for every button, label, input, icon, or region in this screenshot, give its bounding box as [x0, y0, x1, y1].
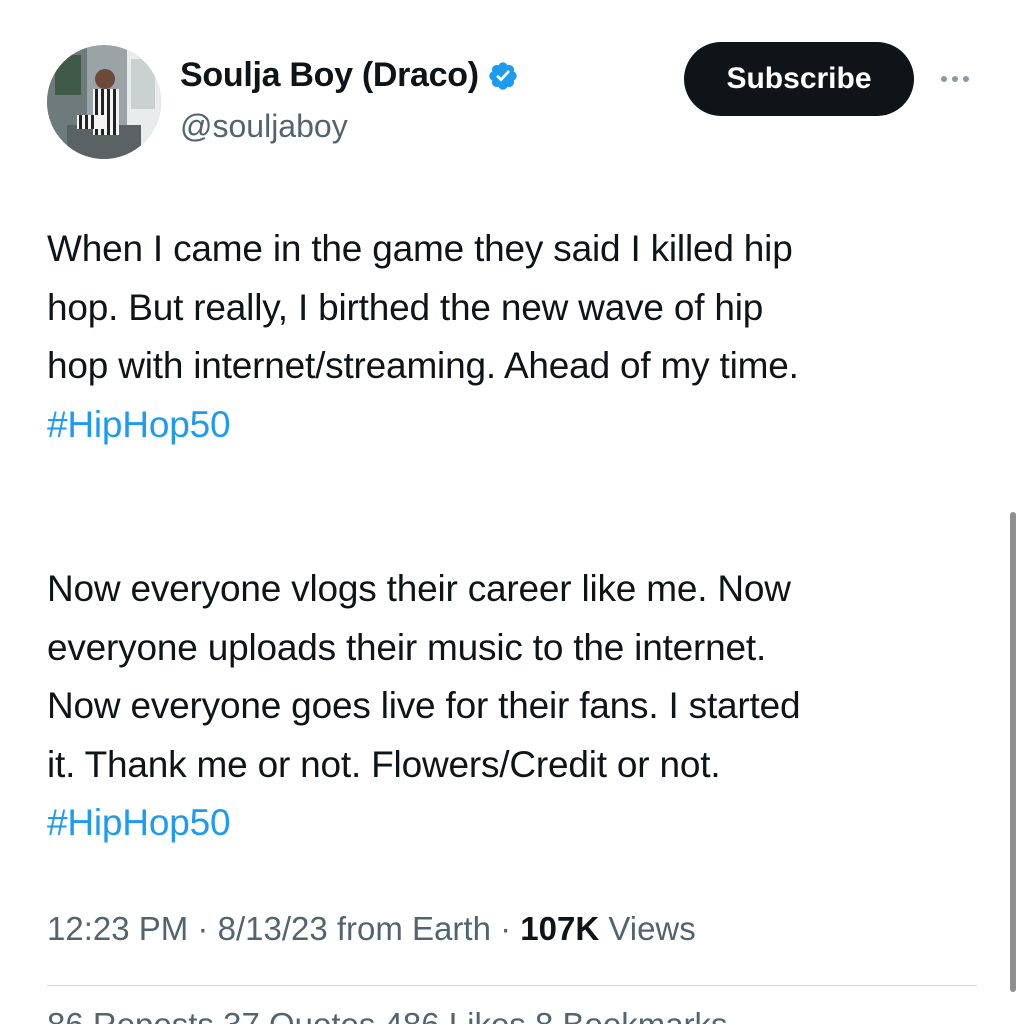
- tweet-text-line: everyone uploads their music to the inte…: [47, 626, 767, 668]
- more-horizontal-icon[interactable]: [936, 60, 974, 98]
- tweet-text-line: Now everyone goes live for their fans. I…: [47, 685, 801, 726]
- tweet: Soulja Boy (Draco) @souljaboy Subscribe …: [0, 0, 1024, 1024]
- tweet-meta: 12:23 PM · 8/13/23 from Earth · 107K Vie…: [47, 910, 696, 948]
- views-label: Views: [608, 910, 696, 947]
- tweet-source: from Earth: [336, 910, 491, 947]
- views-count: 107K: [520, 910, 600, 947]
- engagement-stats[interactable]: 86 Reposts 37 Quotes 486 Likes 8 Bookmar…: [47, 1006, 728, 1024]
- tweet-paragraph: When I came in the game they said I kill…: [47, 220, 977, 454]
- tweet-date[interactable]: 8/13/23: [218, 910, 328, 947]
- tweet-paragraph: Now everyone vlogs their career like me.…: [47, 560, 977, 853]
- tweet-text-line: it. Thank me or not. Flowers/Credit or n…: [47, 743, 721, 785]
- subscribe-button[interactable]: Subscribe: [684, 42, 914, 116]
- hashtag-link[interactable]: #HipHop50: [47, 396, 977, 455]
- avatar-photo: [47, 45, 161, 159]
- verified-badge-icon[interactable]: [487, 60, 519, 92]
- meta-separator: ·: [197, 910, 209, 947]
- avatar[interactable]: [47, 45, 161, 159]
- divider: [47, 985, 977, 986]
- hashtag-link[interactable]: #HipHop50: [47, 794, 977, 853]
- author-handle[interactable]: @souljaboy: [180, 108, 348, 145]
- author-name-row: Soulja Boy (Draco): [180, 56, 519, 95]
- tweet-text-line: hop with internet/streaming. Ahead of my…: [47, 345, 799, 386]
- tweet-time[interactable]: 12:23 PM: [47, 910, 188, 947]
- tweet-text-line: hop. But really, I birthed the new wave …: [47, 286, 764, 328]
- scrollbar[interactable]: [1010, 512, 1016, 992]
- display-name[interactable]: Soulja Boy (Draco): [180, 56, 479, 95]
- tweet-text-line: Now everyone vlogs their career like me.…: [47, 568, 791, 609]
- tweet-text-line: When I came in the game they said I kill…: [47, 228, 793, 269]
- meta-separator: ·: [500, 910, 512, 947]
